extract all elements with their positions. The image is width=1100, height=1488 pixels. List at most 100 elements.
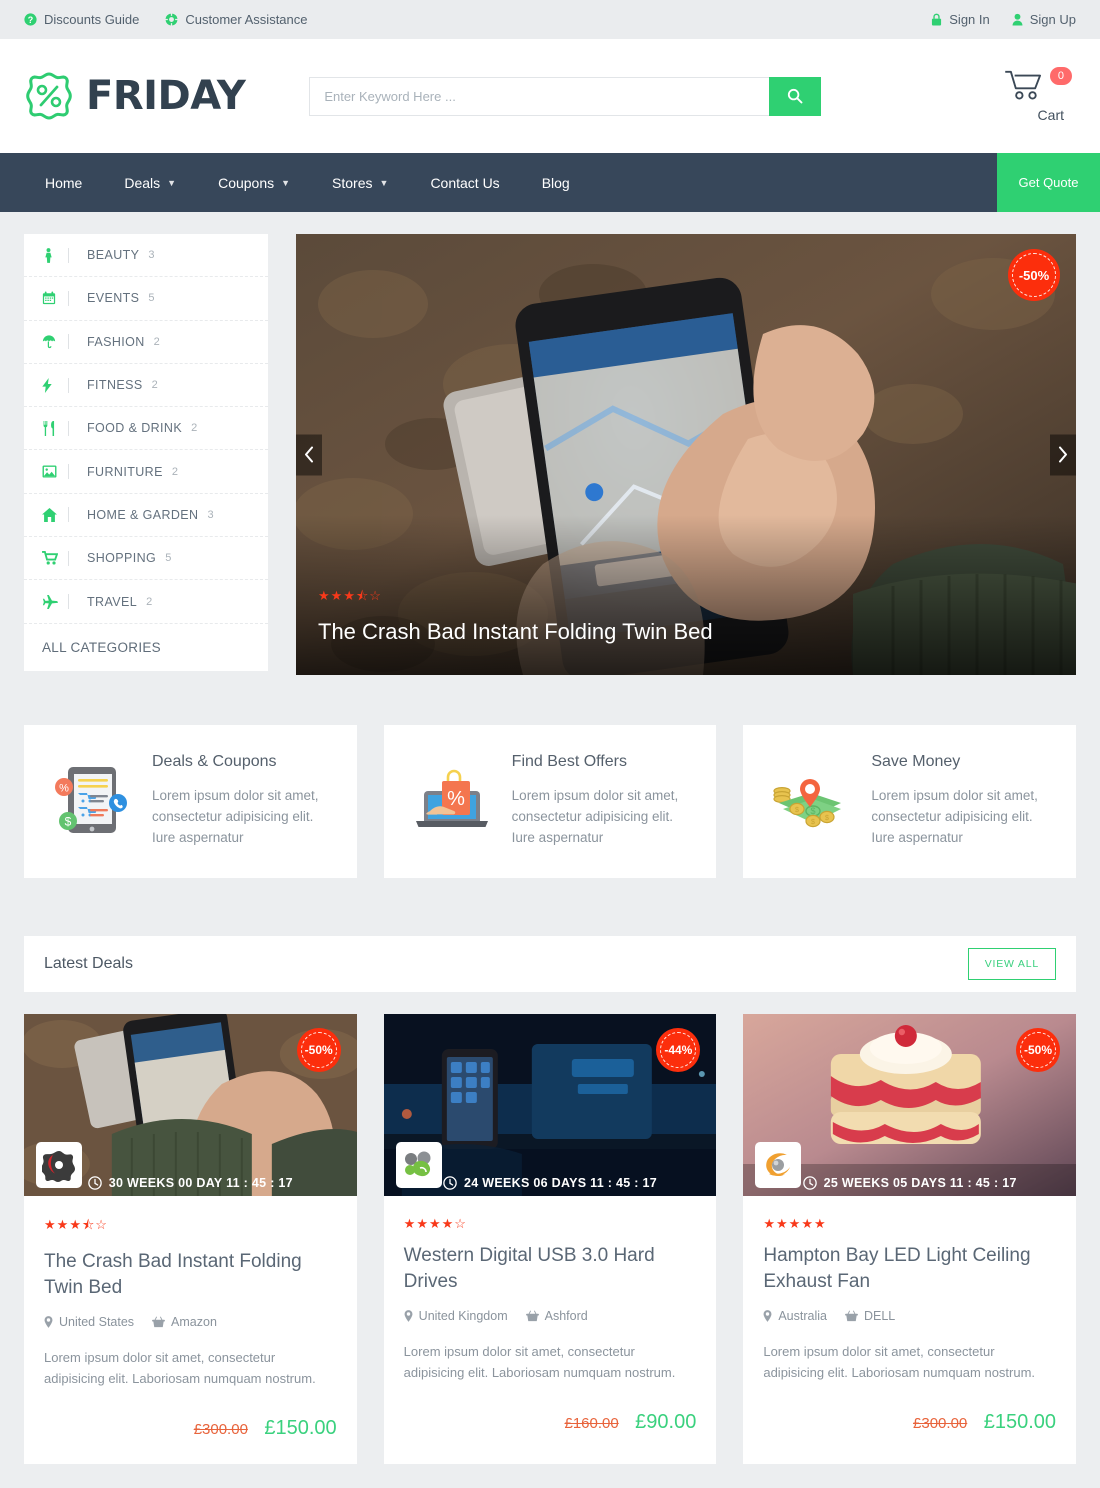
hero-carousel: -50% ★★★⯪☆ The Crash Bad Instant Folding… xyxy=(296,234,1076,675)
deal-discount-badge: -50% xyxy=(296,1028,341,1072)
sidebar-item-events[interactable]: EVENTS 5 xyxy=(24,277,268,321)
deal-countdown-text: 24 WEEKS 06 DAYS 11 : 45 : 17 xyxy=(463,1176,658,1190)
topbar-link-discounts-guide[interactable]: ? Discounts Guide xyxy=(24,12,139,27)
category-count: 5 xyxy=(165,552,172,565)
nav-item-blog[interactable]: Blog xyxy=(521,153,591,212)
cart-count-badge: 0 xyxy=(1049,67,1072,85)
sidebar-item-food-and-drink[interactable]: FOOD & DRINK 2 xyxy=(24,407,268,451)
category-sidebar: BEAUTY 3 EVENTS 5 FASHION 2 FITNESS 2 FO… xyxy=(24,234,268,671)
deal-store: Ashford xyxy=(525,1309,588,1323)
deal-body: ★★★⯪☆ The Crash Bad Instant Folding Twin… xyxy=(24,1196,357,1464)
deal-countdown: 24 WEEKS 06 DAYS 11 : 45 : 17 xyxy=(384,1176,717,1190)
svg-text:%: % xyxy=(59,783,69,795)
carousel-next-button[interactable] xyxy=(1050,434,1076,475)
brand-name: FRIDAY xyxy=(86,73,246,119)
sidebar-item-travel[interactable]: TRAVEL 2 xyxy=(24,580,268,624)
sidebar-item-home-and-garden[interactable]: HOME & GARDEN 3 xyxy=(24,494,268,538)
svg-text:%: % xyxy=(447,788,465,810)
deal-title[interactable]: Hampton Bay LED Light Ceiling Exhaust Fa… xyxy=(763,1243,1056,1295)
sidebar-item-furniture[interactable]: FURNITURE 2 xyxy=(24,450,268,494)
view-all-button[interactable]: VIEW ALL xyxy=(967,948,1056,980)
nav-label: Home xyxy=(45,174,83,191)
svg-text:$: $ xyxy=(795,807,799,814)
cutlery-icon xyxy=(42,420,68,436)
search-button[interactable] xyxy=(769,76,822,116)
feature-card-deals-and-coupons: % $ Deals & Coupons Lorem ipsum dolor si… xyxy=(24,725,357,878)
deal-title[interactable]: The Crash Bad Instant Folding Twin Bed xyxy=(44,1249,337,1301)
deal-store: DELL xyxy=(845,1309,895,1323)
category-count: 2 xyxy=(191,422,198,435)
clock-icon xyxy=(802,1176,817,1190)
cart-icon xyxy=(1004,69,1046,106)
all-categories-link[interactable]: ALL CATEGORIES xyxy=(24,624,268,671)
deal-countdown: 30 WEEKS 00 DAY 11 : 45 : 17 xyxy=(24,1176,357,1190)
topbar-link-label: Discounts Guide xyxy=(44,12,140,27)
svg-text:?: ? xyxy=(28,15,33,25)
svg-text:$: $ xyxy=(825,815,829,822)
star-full-icon: ★ xyxy=(44,1217,57,1232)
nav-label: Deals xyxy=(124,174,161,191)
hero-caption: ★★★⯪☆ The Crash Bad Instant Folding Twin… xyxy=(318,587,713,645)
deal-price-old: £160.00 xyxy=(564,1415,619,1432)
category-count: 2 xyxy=(146,595,153,608)
svg-text:$: $ xyxy=(811,806,816,816)
deal-countdown-text: 30 WEEKS 00 DAY 11 : 45 : 17 xyxy=(108,1176,293,1190)
deal-location-label: United States xyxy=(59,1315,135,1329)
deal-location: Australia xyxy=(763,1309,827,1323)
star-full-icon: ★ xyxy=(403,1216,417,1231)
hero-title[interactable]: The Crash Bad Instant Folding Twin Bed xyxy=(318,619,713,645)
chevron-down-icon: ▼ xyxy=(281,177,291,188)
deal-body: ★★★★☆ Western Digital USB 3.0 Hard Drive… xyxy=(384,1196,717,1458)
map-pin-icon xyxy=(44,1316,53,1328)
star-full-icon: ★ xyxy=(763,1216,776,1231)
sidebar-item-shopping[interactable]: SHOPPING 5 xyxy=(24,537,268,581)
star-full-icon: ★ xyxy=(441,1216,455,1231)
person-icon xyxy=(42,247,68,263)
get-quote-button[interactable]: Get Quote xyxy=(997,153,1100,212)
nav-items: Home Deals ▼ Coupons ▼ Stores ▼ Contact … xyxy=(0,153,591,212)
sidebar-item-fitness[interactable]: FITNESS 2 xyxy=(24,364,268,408)
deal-rating-stars: ★★★★☆ xyxy=(404,1216,697,1232)
topbar-link-customer-assistance[interactable]: Customer Assistance xyxy=(165,12,308,27)
category-count: 5 xyxy=(148,292,155,305)
deal-price-old: £300.00 xyxy=(913,1415,968,1432)
search-bar xyxy=(309,76,822,116)
category-label: EVENTS xyxy=(87,291,140,306)
svg-text:$: $ xyxy=(811,819,815,826)
search-input[interactable] xyxy=(309,76,770,116)
deal-card: -50% 30 WEEKS 00 DAY 11 : 45 : 17 ★★★⯪☆ … xyxy=(24,1014,357,1464)
svg-text:$: $ xyxy=(65,815,72,829)
star-full-icon: ★ xyxy=(776,1216,789,1231)
category-label: BEAUTY xyxy=(87,248,140,263)
sign-in-link[interactable]: Sign In xyxy=(931,12,990,27)
deal-card: -44% 24 WEEKS 06 DAYS 11 : 45 : 17 ★★★★☆… xyxy=(383,1014,717,1464)
cart-widget[interactable]: 0 Cart xyxy=(1004,67,1076,123)
user-icon xyxy=(1012,13,1023,26)
nav-label: Coupons xyxy=(218,174,275,191)
logo[interactable]: FRIDAY xyxy=(24,71,246,121)
sign-up-link[interactable]: Sign Up xyxy=(1012,12,1076,27)
carousel-prev-button[interactable] xyxy=(296,434,322,475)
top-row: BEAUTY 3 EVENTS 5 FASHION 2 FITNESS 2 FO… xyxy=(24,234,1076,675)
nav-item-coupons[interactable]: Coupons ▼ xyxy=(197,153,311,212)
sidebar-item-fashion[interactable]: FASHION 2 xyxy=(24,321,268,364)
calendar-icon xyxy=(42,291,68,305)
deal-price: £300.00 £150.00 xyxy=(763,1411,1056,1434)
discount-tag-logo-icon xyxy=(24,71,74,121)
money-coins-pin-icon: $ $ $ $ xyxy=(769,759,853,843)
umbrella-icon xyxy=(42,334,68,349)
deal-rating-stars: ★★★⯪☆ xyxy=(44,1216,337,1238)
nav-item-stores[interactable]: Stores ▼ xyxy=(311,153,409,212)
deal-title[interactable]: Western Digital USB 3.0 Hard Drives xyxy=(404,1243,697,1295)
page-content: BEAUTY 3 EVENTS 5 FASHION 2 FITNESS 2 FO… xyxy=(0,212,1100,1464)
nav-item-deals[interactable]: Deals ▼ xyxy=(103,153,197,212)
nav-item-contact-us[interactable]: Contact Us xyxy=(409,153,520,212)
nav-item-home[interactable]: Home xyxy=(24,153,103,212)
category-label: SHOPPING xyxy=(87,551,157,566)
star-full-icon: ★ xyxy=(416,1216,429,1231)
nav-label: Contact Us xyxy=(430,174,500,191)
deal-countdown: 25 WEEKS 05 DAYS 11 : 45 : 17 xyxy=(743,1176,1076,1190)
feature-card-save-money: $ $ $ $ Save Money Lorem ipsum dolor sit a… xyxy=(743,725,1077,878)
picture-icon xyxy=(42,465,68,478)
sidebar-item-beauty[interactable]: BEAUTY 3 xyxy=(24,234,268,278)
